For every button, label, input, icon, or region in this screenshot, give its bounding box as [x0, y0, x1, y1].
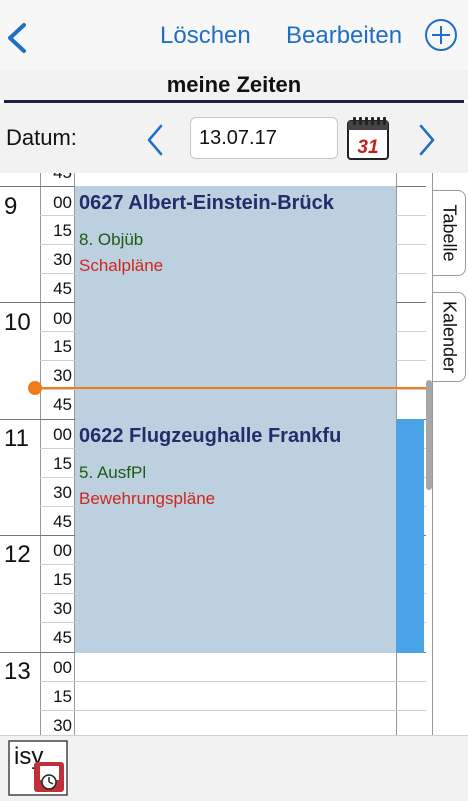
next-day-icon[interactable] — [418, 123, 436, 157]
event-color-stripe — [396, 419, 424, 653]
time-slot-minute: 00 — [53, 425, 72, 444]
event-subtitle: 8. Objüb — [79, 230, 144, 249]
previous-day-icon[interactable] — [146, 123, 164, 157]
calendar-day-number: 31 — [357, 137, 378, 158]
time-slot-minute: 00 — [53, 309, 72, 328]
event-detail: Bewehrungspläne — [79, 489, 216, 508]
time-slot-minute: 30 — [53, 716, 72, 735]
quarter-line — [40, 681, 426, 682]
bottom-bar: isy — [0, 735, 468, 801]
time-slot-minute: 15 — [53, 570, 72, 589]
time-slot-minute: 30 — [53, 366, 72, 385]
navigation-bar: Löschen Bearbeiten — [0, 0, 468, 70]
event-subtitle: 5. AusfPl — [79, 463, 147, 482]
delete-button[interactable]: Löschen — [160, 22, 251, 50]
hour-label: 10 — [4, 309, 31, 336]
time-slot-minute: 45 — [53, 279, 72, 298]
time-slot-minute: 30 — [53, 599, 72, 618]
time-slot-minute: 15 — [53, 337, 72, 356]
hour-label: 13 — [4, 658, 31, 685]
hour-divider-column — [40, 173, 41, 735]
time-slot-minute: 45 — [53, 395, 72, 414]
current-time-line — [36, 387, 426, 389]
hour-label: 11 — [4, 425, 29, 452]
time-slot-minute: 45 — [53, 628, 72, 647]
plus-circle-icon[interactable] — [424, 18, 458, 52]
calendar-icon[interactable]: 31 — [346, 115, 390, 161]
tab-calendar-label: Kalender — [439, 300, 460, 374]
hour-label: 9 — [4, 193, 18, 220]
time-slot-minute: 15 — [53, 687, 72, 706]
time-slot-minute: 30 — [53, 250, 72, 269]
edit-button[interactable]: Bearbeiten — [286, 22, 402, 50]
event-title: 0627 Albert-Einstein-Brück — [79, 192, 334, 214]
page-title: meine Zeiten — [0, 70, 468, 100]
event-title: 0622 Flugzeughalle Frankfu — [79, 425, 342, 447]
chevron-left-icon[interactable] — [4, 22, 30, 54]
time-slot-minute: 00 — [53, 193, 72, 212]
date-bar: Datum: 13.07.17 31 — [0, 103, 468, 173]
tab-table[interactable]: Tabelle — [432, 190, 466, 276]
date-label: Datum: — [6, 125, 77, 150]
time-slot-minute: 15 — [53, 221, 72, 240]
tab-calendar[interactable]: Kalender — [432, 292, 466, 382]
tab-table-label: Tabelle — [439, 204, 460, 262]
time-slot-minute: 00 — [53, 658, 72, 677]
event-block[interactable]: 0627 Albert-Einstein-Brück 8. Objüb Scha… — [75, 186, 396, 419]
hour-label: 12 — [4, 541, 31, 568]
time-slot-minute: 45 — [46, 173, 72, 183]
event-detail: Schalpläne — [79, 256, 164, 275]
time-slot-minute: 45 — [53, 512, 72, 531]
date-field[interactable]: 13.07.17 — [190, 117, 338, 159]
current-time-dot — [28, 381, 42, 395]
isy-logo-icon[interactable]: isy — [8, 740, 68, 796]
time-slot-minute: 00 — [53, 541, 72, 560]
time-slot-minute: 15 — [53, 454, 72, 473]
event-block[interactable]: 0622 Flugzeughalle Frankfu 5. AusfPl Bew… — [75, 419, 396, 653]
time-slot-minute: 30 — [53, 483, 72, 502]
quarter-line — [40, 710, 426, 711]
day-grid[interactable]: 45 9 00 15 30 45 10 00 15 30 45 11 00 15… — [0, 173, 428, 735]
